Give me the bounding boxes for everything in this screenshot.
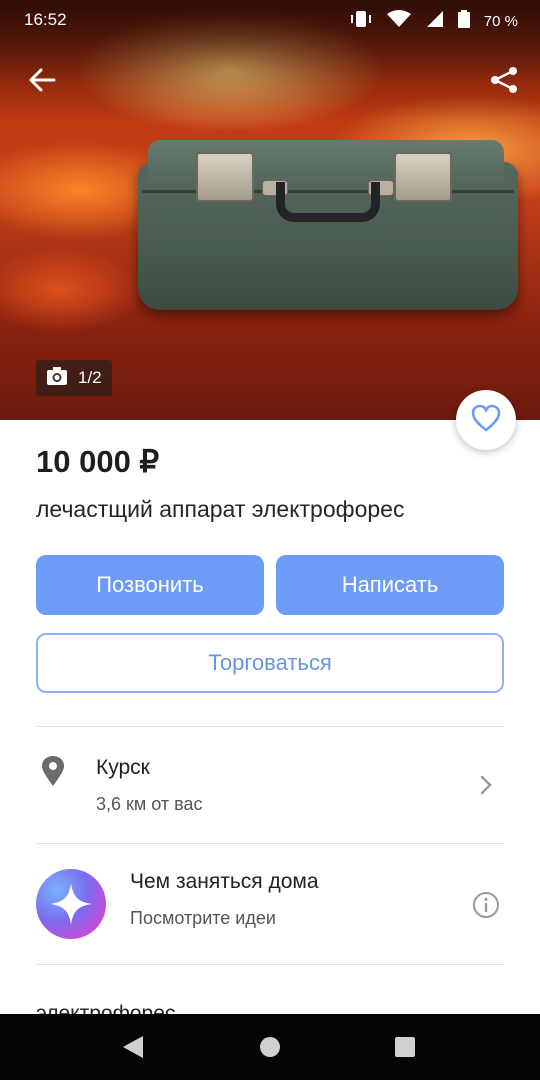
listing-photo[interactable] bbox=[0, 0, 540, 420]
photo-counter-text: 1/2 bbox=[78, 368, 102, 387]
triangle-back-icon[interactable] bbox=[122, 1035, 144, 1064]
system-navbar bbox=[0, 1014, 540, 1080]
location-row[interactable] bbox=[0, 727, 540, 842]
message-button[interactable]: Написать bbox=[276, 555, 504, 615]
back-button[interactable] bbox=[22, 62, 62, 102]
promo-subtitle: Посмотрите идеи bbox=[130, 908, 276, 928]
map-pin-icon bbox=[40, 755, 66, 792]
status-icons: 70 % bbox=[350, 10, 518, 32]
photo-counter: 1/2 bbox=[36, 360, 112, 396]
signal-icon bbox=[426, 10, 444, 32]
listing-price: 10 000 ₽ bbox=[36, 444, 160, 479]
battery-icon bbox=[457, 10, 470, 32]
share-button[interactable] bbox=[484, 62, 524, 102]
arrow-left-icon bbox=[28, 66, 56, 99]
share-icon bbox=[489, 65, 519, 100]
listing-title: лечастщий аппарат электрофорес bbox=[36, 496, 405, 522]
suitcase-image bbox=[138, 132, 518, 310]
battery-level: 70 % bbox=[483, 12, 518, 30]
divider bbox=[36, 964, 504, 965]
location-city: Курск bbox=[96, 756, 150, 779]
location-distance: 3,6 км от вас bbox=[96, 794, 203, 814]
status-time: 16:52 bbox=[24, 10, 67, 29]
promo-title: Чем заняться дома bbox=[130, 870, 319, 893]
circle-home-icon[interactable] bbox=[259, 1036, 281, 1063]
camera-icon bbox=[46, 366, 68, 391]
bargain-button[interactable]: Торговаться bbox=[36, 633, 504, 693]
sparkle-logo-icon bbox=[36, 869, 106, 939]
info-icon[interactable] bbox=[472, 891, 500, 924]
favorite-button[interactable] bbox=[456, 390, 516, 450]
heart-icon bbox=[471, 404, 501, 437]
wifi-icon bbox=[386, 10, 412, 32]
call-button[interactable]: Позвонить bbox=[36, 555, 264, 615]
vibrate-icon bbox=[350, 10, 372, 32]
square-recents-icon[interactable] bbox=[395, 1037, 415, 1062]
chevron-right-icon bbox=[480, 775, 492, 800]
